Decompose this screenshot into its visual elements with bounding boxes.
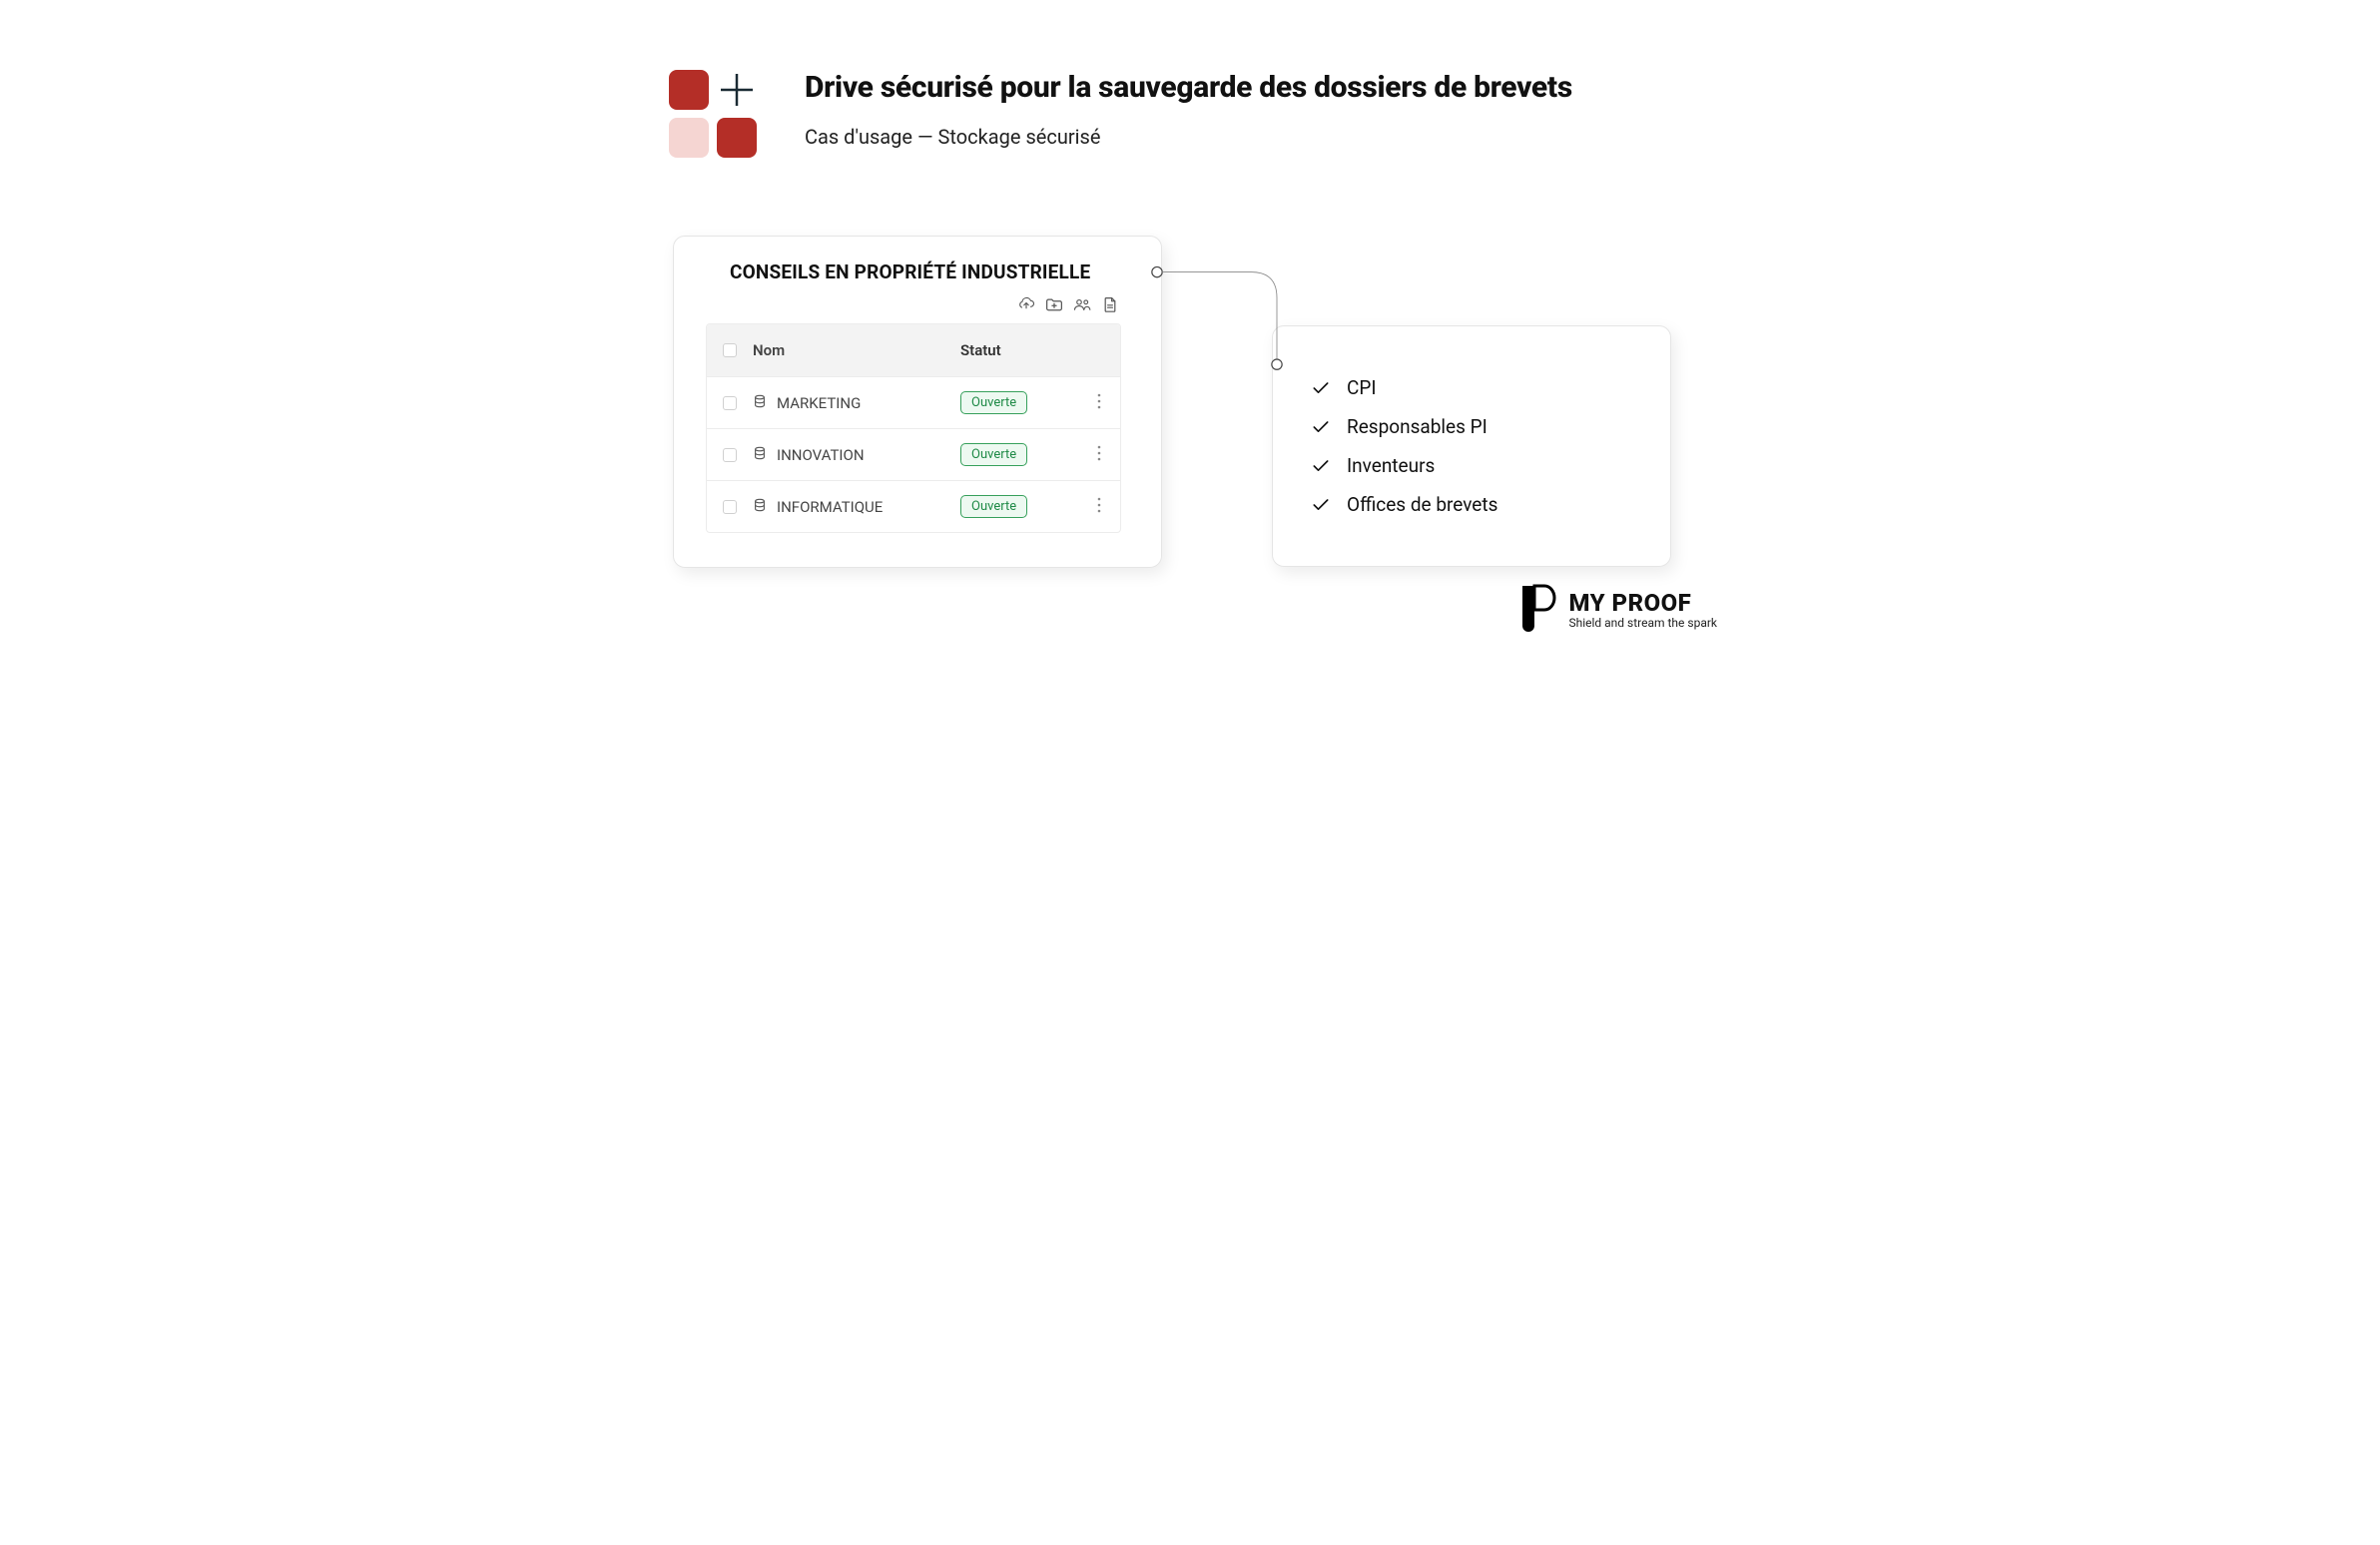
file-icon[interactable] bbox=[1101, 295, 1119, 313]
row-menu-icon[interactable] bbox=[1097, 393, 1101, 413]
table-row[interactable]: INFORMATIQUE Ouverte bbox=[707, 480, 1120, 532]
status-badge: Ouverte bbox=[960, 391, 1027, 414]
folders-table: Nom Statut MARKETING Ouverte bbox=[706, 323, 1121, 533]
check-icon bbox=[1311, 495, 1331, 515]
brand-mark: MY PROOF Shield and stream the spark bbox=[1516, 582, 1717, 638]
cloud-upload-icon[interactable] bbox=[1017, 295, 1035, 313]
folders-card-title: CONSEILS EN PROPRIÉTÉ INDUSTRIELLE bbox=[674, 260, 1161, 283]
persona-label: Inventeurs bbox=[1347, 454, 1435, 477]
row-checkbox[interactable] bbox=[723, 448, 737, 462]
database-icon bbox=[753, 394, 767, 412]
folder-name: INFORMATIQUE bbox=[777, 498, 883, 516]
brand-tagline: Shield and stream the spark bbox=[1568, 617, 1717, 629]
row-menu-icon[interactable] bbox=[1097, 445, 1101, 465]
persona-label: Responsables PI bbox=[1347, 415, 1488, 438]
folder-name: MARKETING bbox=[777, 394, 861, 412]
app-logo-icon bbox=[669, 70, 757, 158]
persona-label: CPI bbox=[1347, 376, 1377, 399]
page-subtitle: Cas d'usage — Stockage sécurisé bbox=[805, 125, 1572, 149]
database-icon bbox=[753, 498, 767, 516]
check-icon bbox=[1311, 378, 1331, 398]
folder-name: INNOVATION bbox=[777, 446, 865, 464]
check-icon bbox=[1311, 456, 1331, 476]
database-icon bbox=[753, 446, 767, 464]
status-badge: Ouverte bbox=[960, 443, 1027, 466]
column-header-name: Nom bbox=[753, 341, 960, 359]
personas-card: CPI Responsables PI Inventeurs Offices d… bbox=[1272, 325, 1671, 567]
page-header: Drive sécurisé pour la sauvegarde des do… bbox=[595, 0, 1785, 158]
table-row[interactable]: MARKETING Ouverte bbox=[707, 376, 1120, 428]
status-badge: Ouverte bbox=[960, 495, 1027, 518]
persona-item: Responsables PI bbox=[1311, 407, 1632, 446]
persona-item: CPI bbox=[1311, 368, 1632, 407]
persona-label: Offices de brevets bbox=[1347, 493, 1497, 516]
table-header-row: Nom Statut bbox=[707, 324, 1120, 376]
add-folder-icon[interactable] bbox=[1045, 295, 1063, 313]
users-icon[interactable] bbox=[1073, 295, 1091, 313]
brand-name: MY PROOF bbox=[1568, 589, 1691, 617]
page-title: Drive sécurisé pour la sauvegarde des do… bbox=[805, 70, 1572, 105]
row-checkbox[interactable] bbox=[723, 500, 737, 514]
select-all-checkbox[interactable] bbox=[723, 343, 737, 357]
brand-logo-icon bbox=[1516, 582, 1556, 638]
table-row[interactable]: INNOVATION Ouverte bbox=[707, 428, 1120, 480]
row-checkbox[interactable] bbox=[723, 396, 737, 410]
persona-item: Inventeurs bbox=[1311, 446, 1632, 485]
folders-toolbar bbox=[674, 283, 1161, 323]
folders-card: CONSEILS EN PROPRIÉTÉ INDUSTRIELLE bbox=[673, 236, 1162, 568]
row-menu-icon[interactable] bbox=[1097, 497, 1101, 517]
persona-item: Offices de brevets bbox=[1311, 485, 1632, 524]
column-header-status: Statut bbox=[960, 341, 1078, 359]
check-icon bbox=[1311, 417, 1331, 437]
